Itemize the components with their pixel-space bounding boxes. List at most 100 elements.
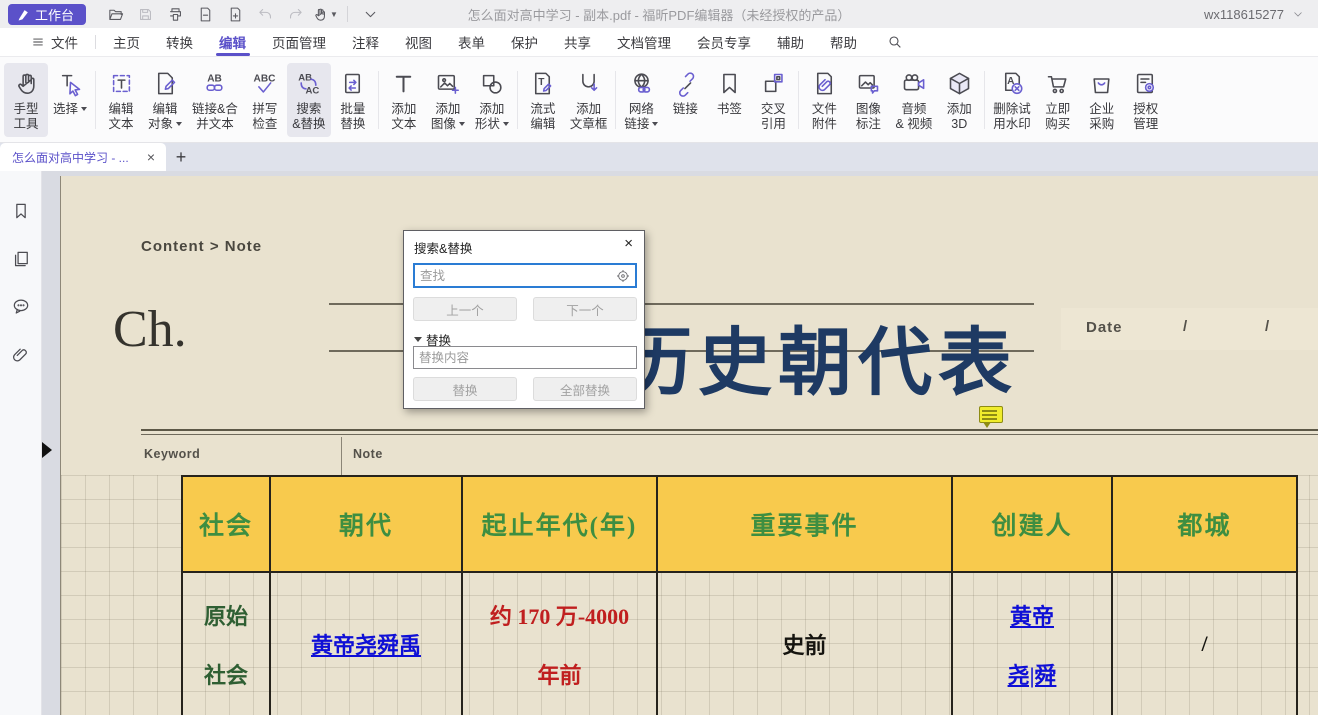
- cell-text: 约 170 万-4000: [490, 599, 629, 631]
- tabbar: 怎么面对高中学习 - ... × +: [0, 143, 1318, 171]
- new-tab-button[interactable]: +: [166, 143, 196, 171]
- tool-image-annotation[interactable]: 图像标注: [846, 63, 890, 137]
- add-image-icon: [434, 69, 461, 99]
- cell-link[interactable]: 黄帝: [1010, 599, 1054, 631]
- search-replace-dialog: 搜索&替换 × 上一个 下一个 替换 替换 全部替换: [403, 230, 645, 409]
- tool-flow-edit[interactable]: T流式编辑: [521, 63, 565, 137]
- workspace-button[interactable]: 工作台: [8, 4, 86, 25]
- tool-search-replace[interactable]: ABAC搜索&替换: [287, 63, 331, 137]
- date-slash: /: [1265, 318, 1269, 335]
- tool-add-image[interactable]: 添加图像: [426, 63, 470, 137]
- tool-add-text[interactable]: 添加文本: [382, 63, 426, 137]
- menu-search-icon[interactable]: [874, 28, 916, 56]
- menu-tab-视图[interactable]: 视图: [392, 28, 445, 56]
- tool-license-manage[interactable]: 授权管理: [1124, 63, 1168, 137]
- svg-text:AB: AB: [208, 73, 223, 84]
- find-field-wrap: [413, 263, 637, 288]
- hand-tool-icon: [13, 69, 40, 99]
- menu-tab-转换[interactable]: 转换: [153, 28, 206, 56]
- next-button[interactable]: 下一个: [533, 297, 637, 321]
- tool-hand-tool[interactable]: 手型工具: [4, 63, 48, 137]
- cell-text: /: [1201, 631, 1207, 657]
- ribbon-group: T流式编辑添加文章框: [521, 62, 613, 138]
- navigation-sidebar: [0, 171, 42, 715]
- tool-file-attachment[interactable]: 文件附件: [802, 63, 846, 137]
- dialog-close-icon[interactable]: ×: [621, 235, 636, 252]
- spell-check-icon: ABC: [251, 69, 278, 99]
- tool-spell-check[interactable]: ABC拼写检查: [243, 63, 287, 137]
- menu-tab-编辑[interactable]: 编辑: [206, 28, 259, 56]
- bookmark-icon: [716, 69, 743, 99]
- tool-add-3d[interactable]: 添加3D: [937, 63, 981, 137]
- cell-text: 年前: [537, 658, 581, 690]
- tool-batch-replace[interactable]: 批量替换: [331, 63, 375, 137]
- redo-icon: [282, 3, 308, 25]
- tool-add-article-box[interactable]: 添加文章框: [565, 63, 613, 137]
- replace-button[interactable]: 替换: [413, 377, 517, 401]
- menu-tab-共享[interactable]: 共享: [551, 28, 604, 56]
- tool-link[interactable]: 链接: [663, 63, 707, 137]
- replace-input[interactable]: [414, 347, 636, 368]
- workspace-button-label: 工作台: [35, 5, 74, 24]
- triangle-down-icon: [414, 337, 422, 342]
- hand-tool-dropdown-icon[interactable]: ▼: [312, 3, 338, 25]
- panel-expand-handle[interactable]: [42, 442, 52, 458]
- menu-tab-会员专享[interactable]: 会员专享: [684, 28, 764, 56]
- group-separator: [984, 71, 985, 129]
- menu-tab-注释[interactable]: 注释: [339, 28, 392, 56]
- separator: [347, 6, 348, 22]
- menu-tab-主页[interactable]: 主页: [100, 28, 153, 56]
- document-tab[interactable]: 怎么面对高中学习 - ... ×: [0, 143, 166, 171]
- link-merge-text-icon: AB: [201, 69, 228, 99]
- menu-tab-页面管理[interactable]: 页面管理: [259, 28, 339, 56]
- menu-tab-辅助[interactable]: 辅助: [764, 28, 817, 56]
- cell-link[interactable]: 尧|舜: [1008, 658, 1057, 690]
- menu-tab-保护[interactable]: 保护: [498, 28, 551, 56]
- license-manage-icon: [1132, 69, 1159, 99]
- export-page-icon[interactable]: [192, 3, 218, 25]
- link-icon: [672, 69, 699, 99]
- collapse-toolbar-icon[interactable]: [357, 3, 383, 25]
- find-input[interactable]: [415, 265, 615, 286]
- date-field: Date / /: [1061, 308, 1318, 350]
- menu-tab-表单[interactable]: 表单: [445, 28, 498, 56]
- previous-button[interactable]: 上一个: [413, 297, 517, 321]
- tool-bookmark[interactable]: 书签: [707, 63, 751, 137]
- new-page-icon[interactable]: [222, 3, 248, 25]
- attachments-panel-icon[interactable]: [9, 343, 33, 367]
- dynasty-table: 社会朝代起止年代(年)重要事件创建人都城原始社会黄帝尧舜禹约 170 万-400…: [181, 475, 1298, 715]
- tool-web-link[interactable]: 网络链接: [619, 63, 663, 137]
- user-account-menu[interactable]: wx118615277: [1204, 7, 1304, 22]
- table-cell: 黄帝尧|舜: [952, 572, 1112, 715]
- open-file-icon[interactable]: [102, 3, 128, 25]
- tab-close-icon[interactable]: ×: [144, 149, 158, 165]
- group-separator: [95, 71, 96, 129]
- tool-edit-text[interactable]: 编辑文本: [99, 63, 143, 137]
- page-thumbnails-panel-icon[interactable]: [9, 247, 33, 271]
- comments-panel-icon[interactable]: [9, 295, 33, 319]
- menu-file[interactable]: 文件: [18, 28, 91, 56]
- tool-add-shape[interactable]: 添加形状: [470, 63, 514, 137]
- tool-edit-object[interactable]: 编辑对象: [143, 63, 187, 137]
- search-options-gear-icon[interactable]: [615, 268, 631, 284]
- table-header-社会: 社会: [182, 476, 270, 572]
- bookmarks-panel-icon[interactable]: [9, 199, 33, 223]
- menu-tab-文档管理[interactable]: 文档管理: [604, 28, 684, 56]
- tool-select-tool[interactable]: 选择: [48, 63, 92, 137]
- svg-text:T: T: [539, 77, 546, 88]
- sticky-note-annotation-icon[interactable]: [979, 406, 1003, 423]
- print-icon[interactable]: [162, 3, 188, 25]
- menu-tab-帮助[interactable]: 帮助: [817, 28, 870, 56]
- chevron-down-icon: [1292, 8, 1304, 20]
- tool-link-merge-text[interactable]: AB链接&合并文本: [187, 63, 243, 137]
- audio-video-icon: [900, 69, 927, 99]
- tool-enterprise-purchase[interactable]: 企业采购: [1080, 63, 1124, 137]
- tool-buy-now[interactable]: 立即购买: [1036, 63, 1080, 137]
- replace-all-button[interactable]: 全部替换: [533, 377, 637, 401]
- ribbon-group: 添加文本添加图像添加形状: [382, 62, 514, 138]
- tool-remove-trial-watermark[interactable]: A删除试用水印: [988, 63, 1036, 137]
- tool-audio-video[interactable]: 音频& 视频: [890, 63, 937, 137]
- tool-cross-reference[interactable]: 交叉引用: [751, 63, 795, 137]
- section-divider: [141, 434, 1318, 435]
- cell-link[interactable]: 黄帝尧舜禹: [311, 628, 421, 660]
